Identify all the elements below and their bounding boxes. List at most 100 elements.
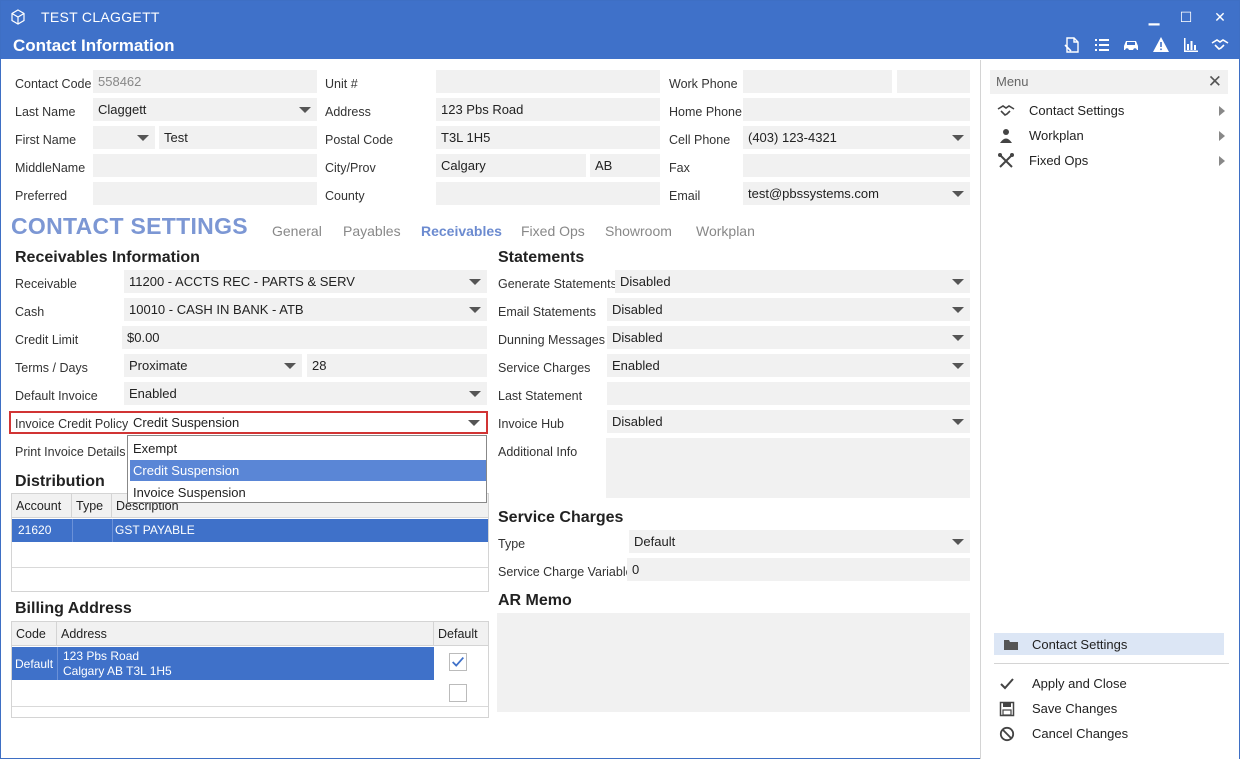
email-statements-select[interactable]: Disabled [607,298,970,321]
fax-label: Fax [669,161,690,175]
menu-item-label: Contact Settings [1029,103,1125,118]
ar-memo-textarea[interactable] [497,613,970,712]
middle-name-field[interactable] [93,154,317,177]
default-invoice-label: Default Invoice [15,389,98,403]
close-window-button[interactable]: ✕ [1209,7,1231,27]
chevron-down-icon[interactable] [468,420,480,426]
chevron-down-icon[interactable] [952,307,964,313]
column-header-address[interactable]: Address [57,622,434,646]
credit-limit-field[interactable]: $0.00 [122,326,487,349]
current-section-item[interactable]: Contact Settings [994,633,1224,655]
province-field[interactable]: AB [590,154,660,177]
chevron-down-icon[interactable] [469,307,481,313]
contact-settings-title: CONTACT SETTINGS [11,213,248,239]
table-row[interactable]: Default 123 Pbs Road Calgary AB T3L 1H5 [12,647,488,680]
chevron-down-icon[interactable] [952,539,964,545]
person-icon [997,128,1015,144]
list-icon[interactable] [1093,36,1115,54]
fax-field[interactable] [743,154,970,177]
cash-value: 10010 - CASH IN BANK - ATB [129,302,304,317]
chevron-down-icon[interactable] [952,135,964,141]
column-header-default[interactable]: Default [434,622,488,646]
option-invoice-suspension[interactable]: Invoice Suspension [130,482,486,503]
print-invoice-details-label: Print Invoice Details [15,445,126,459]
maximize-button[interactable]: ☐ [1175,7,1197,27]
receivables-info-heading: Receivables Information [15,249,200,266]
terms-select[interactable]: Proximate [124,354,302,377]
column-header-type[interactable]: Type [72,494,112,518]
county-field[interactable] [436,182,660,205]
cash-select[interactable]: 10010 - CASH IN BANK - ATB [124,298,487,321]
tab-showroom[interactable]: Showroom [605,223,672,239]
contact-code-field[interactable]: 558462 [93,70,317,93]
default-checkbox[interactable] [449,653,467,671]
handshake-icon[interactable] [1211,36,1233,54]
first-name-field[interactable]: Test [159,126,317,149]
chevron-down-icon[interactable] [469,391,481,397]
invoice-hub-select[interactable]: Disabled [607,410,970,433]
dunning-messages-select[interactable]: Disabled [607,326,970,349]
cancel-changes-button[interactable]: Cancel Changes [997,723,1225,745]
document-edit-icon[interactable] [1063,36,1085,54]
city-field[interactable]: Calgary [436,154,586,177]
chevron-down-icon[interactable] [469,279,481,285]
menu-item-workplan[interactable]: Workplan [997,125,1225,147]
additional-info-textarea[interactable] [606,438,970,498]
car-icon[interactable] [1122,36,1144,54]
tab-workplan[interactable]: Workplan [696,223,755,239]
service-charges-select[interactable]: Enabled [607,354,970,377]
chevron-down-icon[interactable] [952,335,964,341]
chevron-down-icon[interactable] [299,107,311,113]
chevron-down-icon[interactable] [284,363,296,369]
unit-label: Unit # [325,77,358,91]
credit-limit-label: Credit Limit [15,333,79,347]
service-charge-variable-label: Service Charge Variable [498,565,633,579]
tab-payables[interactable]: Payables [343,223,401,239]
apply-and-close-button[interactable]: Apply and Close [997,673,1225,695]
preferred-field[interactable] [93,182,317,205]
tab-receivables[interactable]: Receivables [421,223,502,239]
work-phone-ext-field[interactable] [897,70,970,93]
menu-item-contact-settings[interactable]: Contact Settings [997,100,1225,122]
option-exempt[interactable]: Exempt [130,438,486,459]
cell-phone-field[interactable]: (403) 123-4321 [743,126,970,149]
option-credit-suspension[interactable]: Credit Suspension [130,460,486,481]
chevron-down-icon[interactable] [952,191,964,197]
county-label: County [325,189,365,203]
column-header-account[interactable]: Account [12,494,72,518]
generate-statements-label: Generate Statements [498,277,617,291]
tab-fixed-ops[interactable]: Fixed Ops [521,223,585,239]
save-changes-button[interactable]: Save Changes [997,698,1225,720]
minimize-button[interactable]: ▁ [1143,7,1165,27]
table-row[interactable]: 21620 GST PAYABLE [12,519,488,542]
default-checkbox-empty[interactable] [449,684,467,702]
invoice-credit-policy-select[interactable]: Credit Suspension [128,412,486,433]
address-field[interactable]: 123 Pbs Road [436,98,660,121]
days-field[interactable]: 28 [307,354,487,377]
column-header-code[interactable]: Code [12,622,57,646]
account-cell: 21620 [18,523,52,537]
chevron-down-icon[interactable] [137,135,149,141]
last-name-field[interactable]: Claggett [93,98,317,121]
chevron-down-icon[interactable] [952,279,964,285]
generate-statements-select[interactable]: Disabled [615,270,970,293]
menu-item-fixed-ops[interactable]: Fixed Ops [997,150,1225,172]
default-invoice-value: Enabled [129,386,177,401]
warning-icon[interactable] [1152,36,1174,54]
tab-general[interactable]: General [272,223,322,239]
email-field[interactable]: test@pbssystems.com [743,182,970,205]
work-phone-field[interactable] [743,70,892,93]
receivable-select[interactable]: 11200 - ACCTS REC - PARTS & SERV [124,270,487,293]
last-statement-field[interactable] [607,382,970,405]
postal-code-field[interactable]: T3L 1H5 [436,126,660,149]
service-charge-type-select[interactable]: Default [629,530,970,553]
service-charge-variable-field[interactable]: 0 [627,558,970,581]
close-icon[interactable]: ✕ [1208,70,1222,94]
unit-field[interactable] [436,70,660,93]
chevron-down-icon[interactable] [952,419,964,425]
salutation-select[interactable] [93,126,155,149]
bar-chart-icon[interactable] [1182,36,1204,54]
default-invoice-select[interactable]: Enabled [124,382,487,405]
chevron-down-icon[interactable] [952,363,964,369]
home-phone-field[interactable] [743,98,970,121]
